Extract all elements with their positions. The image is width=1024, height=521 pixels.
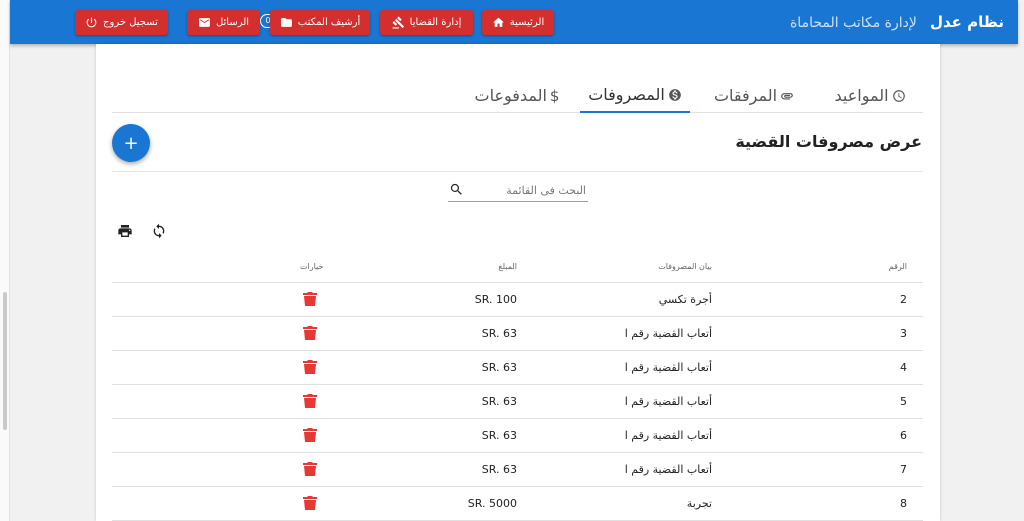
- messages-button[interactable]: الرسائل: [187, 10, 260, 35]
- row-description: أتعاب القضية رقم ا: [624, 361, 712, 374]
- row-amount: SR. 63: [481, 429, 517, 442]
- home-button[interactable]: الرئيسية: [482, 10, 554, 35]
- row-amount: SR. 100: [474, 293, 517, 306]
- trash-icon: [303, 326, 317, 340]
- row-number: 5: [900, 395, 907, 408]
- row-description: أتعاب القضية رقم ا: [624, 429, 712, 442]
- row-amount: SR. 63: [481, 463, 517, 476]
- table-row: 7 أتعاب القضية رقم ا SR. 63: [112, 453, 923, 487]
- left-panel-edge: [0, 0, 10, 521]
- messages-label: الرسائل: [215, 17, 250, 28]
- brand: نظام عدل لإدارة مكاتب المحاماة: [790, 12, 1004, 31]
- trash-icon: [303, 462, 317, 476]
- table-row: 6 أتعاب القضية رقم ا SR. 63: [112, 419, 923, 453]
- folder-icon: [280, 18, 292, 27]
- paperclip-icon: [781, 92, 793, 99]
- logout-button[interactable]: تسجيل خروج: [75, 10, 168, 35]
- print-icon: [118, 225, 132, 237]
- table-header: الرقم بيان المصروفات المبلغ خيارات: [112, 249, 923, 283]
- delete-button[interactable]: [303, 359, 317, 375]
- page-title: عرض مصروفات القضية: [735, 132, 922, 151]
- divider: [112, 171, 923, 172]
- app-bar: نظام عدل لإدارة مكاتب المحاماة تسجيل خرو…: [10, 0, 1018, 44]
- mail-icon: [199, 18, 210, 27]
- right-margin: [1016, 0, 1024, 521]
- print-button[interactable]: [117, 223, 133, 239]
- logout-label: تسجيل خروج: [103, 17, 158, 28]
- clock-icon: [892, 89, 905, 102]
- tabs-bar: المواعيد المرفقات المصروفات $ المدفوعات: [112, 78, 923, 113]
- row-number: 7: [900, 463, 907, 476]
- archive-label: أرشيف المكتب: [297, 17, 361, 28]
- dollar-icon: $: [549, 86, 560, 105]
- row-number: 4: [900, 361, 907, 374]
- header-description: بيان المصروفات: [658, 262, 712, 271]
- nav-bar: تسجيل خروج الرسائل 0 أرشيف المكتب إدارة …: [10, 10, 570, 35]
- home-label: الرئيسية: [509, 17, 545, 28]
- tab-appointments[interactable]: المواعيد: [822, 78, 918, 113]
- table-row: 2 أجرة تكسي SR. 100: [112, 283, 923, 317]
- delete-button[interactable]: [303, 325, 317, 341]
- tab-attachments[interactable]: المرفقات: [706, 78, 802, 113]
- gavel-icon: [392, 16, 404, 29]
- tab-payments[interactable]: $ المدفوعات: [470, 78, 564, 113]
- tab-payments-label: المدفوعات: [474, 86, 547, 105]
- refresh-button[interactable]: [151, 223, 167, 239]
- header-amount: المبلغ: [498, 262, 517, 271]
- archive-button[interactable]: أرشيف المكتب: [270, 10, 370, 35]
- cases-label: إدارة القضايا: [409, 17, 462, 28]
- power-icon: [86, 17, 97, 28]
- delete-button[interactable]: [303, 291, 317, 307]
- delete-button[interactable]: [303, 461, 317, 477]
- add-expense-button[interactable]: +: [112, 124, 150, 162]
- refresh-icon: [153, 223, 165, 239]
- row-description: أتعاب القضية رقم ا: [624, 327, 712, 340]
- row-description: أتعاب القضية رقم ا: [624, 463, 712, 476]
- row-number: 8: [900, 497, 907, 510]
- row-description: أتعاب القضية رقم ا: [624, 395, 712, 408]
- delete-button[interactable]: [303, 427, 317, 443]
- search-input[interactable]: [468, 180, 586, 201]
- tab-attachments-label: المرفقات: [713, 86, 778, 105]
- row-number: 6: [900, 429, 907, 442]
- trash-icon: [303, 496, 317, 510]
- delete-button[interactable]: [303, 393, 317, 409]
- search-box: [448, 180, 588, 202]
- left-scrollbar[interactable]: [3, 292, 7, 430]
- header-options: خيارات: [300, 262, 324, 271]
- home-icon: [492, 17, 504, 27]
- trash-icon: [303, 394, 317, 408]
- table-row: 3 أتعاب القضية رقم ا SR. 63: [112, 317, 923, 351]
- table-row: 8 تجربة SR. 5000: [112, 487, 923, 521]
- header-number: الرقم: [888, 262, 907, 271]
- row-amount: SR. 63: [481, 361, 517, 374]
- table-row: 4 أتعاب القضية رقم ا SR. 63: [112, 351, 923, 385]
- dollar-circle-icon: [668, 88, 681, 101]
- row-description: تجربة: [686, 497, 712, 510]
- tab-expenses[interactable]: المصروفات: [580, 78, 690, 113]
- tab-expenses-label: المصروفات: [588, 85, 665, 104]
- row-amount: SR. 5000: [467, 497, 517, 510]
- brand-subtitle: لإدارة مكاتب المحاماة: [789, 15, 917, 31]
- row-number: 3: [900, 327, 907, 340]
- row-description: أجرة تكسي: [658, 293, 712, 306]
- search-icon[interactable]: [449, 182, 464, 197]
- tab-appointments-label: المواعيد: [834, 86, 889, 105]
- main-card: المواعيد المرفقات المصروفات $ المدفوعات …: [96, 44, 940, 521]
- cases-button[interactable]: إدارة القضايا: [380, 10, 473, 35]
- row-amount: SR. 63: [481, 327, 517, 340]
- row-number: 2: [900, 293, 907, 306]
- trash-icon: [303, 428, 317, 442]
- table-row: 5 أتعاب القضية رقم ا SR. 63: [112, 385, 923, 419]
- trash-icon: [303, 360, 317, 374]
- trash-icon: [303, 292, 317, 306]
- row-amount: SR. 63: [481, 395, 517, 408]
- brand-name: نظام عدل: [929, 13, 1004, 31]
- delete-button[interactable]: [303, 495, 317, 511]
